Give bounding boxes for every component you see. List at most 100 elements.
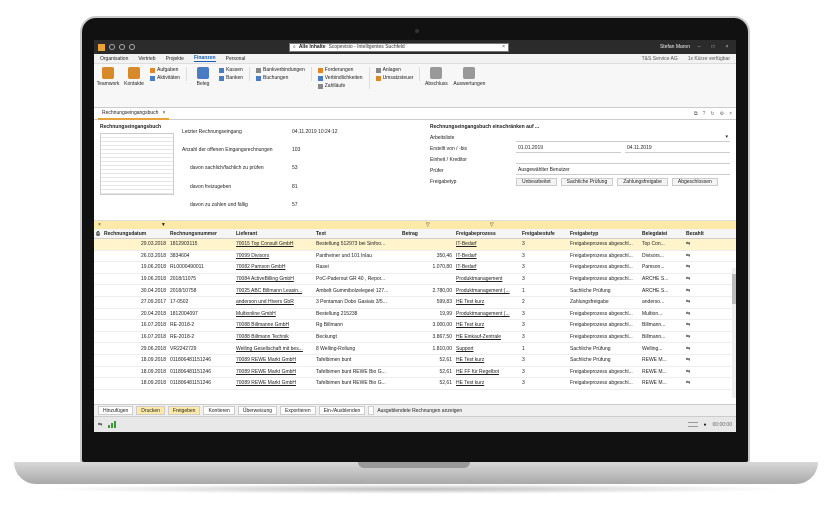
cell-lieferant[interactable]: 70089 REWE Markt GmbH bbox=[234, 357, 314, 363]
clock-icon[interactable] bbox=[129, 44, 135, 50]
maximize-icon[interactable]: □ bbox=[708, 44, 718, 50]
header-freigabeprozess[interactable]: Freigabeprozess bbox=[454, 231, 520, 237]
table-row[interactable]: 26.03.2018 3834604 70099 Divisors Pantheine… bbox=[94, 251, 736, 263]
search-box[interactable]: ⌕ Alle Inhalte Scopevisio - Intelligente… bbox=[289, 42, 509, 52]
company-selector[interactable]: T&S Service AG bbox=[642, 56, 678, 62]
cell-belegdatei[interactable]: Multion... bbox=[640, 311, 684, 317]
menu-projekte[interactable]: Projekte bbox=[166, 56, 184, 62]
cell-lieferant[interactable]: 70089 REWE Markt GmbH bbox=[234, 380, 314, 386]
document-thumbnail[interactable] bbox=[100, 133, 174, 195]
paid-icon[interactable]: ⇆ bbox=[684, 276, 724, 282]
cell-belegdatei[interactable]: Divisors... bbox=[640, 253, 684, 259]
abgeschlossen-button[interactable]: Abgeschlossen bbox=[671, 177, 718, 186]
table-row[interactable]: 29.06.2018 VR2242729 Welling Gesellschaft … bbox=[94, 343, 736, 355]
cell-freigabeprozess[interactable]: HE Test kurz bbox=[454, 357, 520, 363]
table-row[interactable]: 27.09.2017 17-0502 anderson und Hivers GbR… bbox=[94, 297, 736, 309]
cell-belegdatei[interactable]: anderso... bbox=[640, 299, 684, 305]
ueberweisung-button[interactable]: Überweisung bbox=[237, 406, 278, 415]
cell-freigabeprozess[interactable]: IT-Bedarf bbox=[454, 253, 520, 259]
table-row[interactable]: 29.03.2018 1812903115 70015 Top Consult Gm… bbox=[94, 239, 736, 251]
scrollbar-thumb[interactable] bbox=[732, 274, 736, 304]
user-name[interactable]: Stefan Maron bbox=[660, 44, 690, 50]
kontakte-button[interactable]: Kontakte bbox=[124, 67, 144, 87]
zahllaeufe-button[interactable]: Zahlläufe bbox=[317, 83, 363, 89]
tab-close-icon[interactable]: × bbox=[162, 110, 165, 116]
paid-icon[interactable]: ⇆ bbox=[684, 369, 724, 375]
table-row[interactable]: 18.09.2018 011806481151246 70089 REWE Mark… bbox=[94, 355, 736, 367]
show-hidden-checkbox[interactable] bbox=[368, 406, 375, 415]
tab-rechnungseingangsbuch[interactable]: Rechnungseingangsbuch × bbox=[98, 108, 170, 120]
notice[interactable]: 1x Kürze verfügbar bbox=[688, 56, 730, 62]
cell-freigabeprozess[interactable]: IT-Bedarf bbox=[454, 241, 520, 247]
bankverbindungen-button[interactable]: Bankverbindungen bbox=[256, 67, 305, 73]
cell-lieferant[interactable]: 70089 REWE Markt GmbH bbox=[234, 369, 314, 375]
exportieren-button[interactable]: Exportieren bbox=[280, 406, 316, 415]
cell-belegdatei[interactable]: ARCHE S... bbox=[640, 276, 684, 282]
cell-freigabeprozess[interactable]: HE Einkauf-Zentrale bbox=[454, 334, 520, 340]
cell-lieferant[interactable]: 70015 Top Consult GmbH bbox=[234, 241, 314, 247]
paid-icon[interactable]: ⇆ bbox=[684, 322, 724, 328]
menu-personal[interactable]: Personal bbox=[226, 56, 246, 62]
paid-icon[interactable]: ⇆ bbox=[684, 241, 724, 247]
table-row[interactable]: 19.06.2018 RL0000490011 70082 Pamson GmbH R… bbox=[94, 262, 736, 274]
aufgaben-button[interactable]: Aufgaben bbox=[150, 67, 180, 73]
header-rechnungsdatum[interactable]: Rechnungsdatum bbox=[102, 231, 168, 237]
cell-freigabeprozess[interactable]: HE Test kurz bbox=[454, 380, 520, 386]
settings-icon[interactable]: ⚙ bbox=[720, 111, 724, 117]
menu-finanzen[interactable]: Finanzen bbox=[193, 55, 216, 62]
header-bezahlt[interactable]: Bezahlt bbox=[684, 231, 724, 237]
header-rechnungsnummer[interactable]: Rechnungsnummer bbox=[168, 231, 234, 237]
cell-belegdatei[interactable]: Top Con... bbox=[640, 241, 684, 247]
info-icon[interactable] bbox=[119, 44, 125, 50]
copy-icon[interactable]: ⧉ bbox=[694, 111, 698, 117]
freigeben-button[interactable]: Freigeben bbox=[167, 406, 201, 415]
grid-filter-bar[interactable]: × ▼ ▽ ▽ bbox=[94, 220, 736, 229]
table-row[interactable]: 18.09.2018 011806481151246 70089 REWE Mark… bbox=[94, 367, 736, 379]
table-row[interactable]: 19.06.2018 2018/11075 70084 ActiveBilling … bbox=[94, 274, 736, 286]
arbeitsliste-select[interactable]: ▾ bbox=[516, 134, 730, 142]
teamwork-button[interactable]: Teamwork bbox=[97, 67, 119, 87]
header-text[interactable]: Text bbox=[314, 231, 400, 237]
table-row[interactable]: 18.09.2018 011806481151246 70089 REWE Mark… bbox=[94, 378, 736, 390]
cell-belegdatei[interactable]: Billmann... bbox=[640, 334, 684, 340]
cell-lieferant[interactable]: Welling Gesellschaft mit bes... bbox=[234, 346, 314, 352]
table-row[interactable]: 20.04.2018 1812004097 Multionline GmbH Best… bbox=[94, 309, 736, 321]
cell-lieferant[interactable]: 70099 Divisors bbox=[234, 253, 314, 259]
cell-freigabeprozess[interactable]: Support bbox=[454, 346, 520, 352]
einheit-field[interactable] bbox=[516, 156, 730, 164]
filter-funnel-icon[interactable]: ▽ bbox=[490, 222, 494, 228]
help-icon[interactable]: ? bbox=[703, 111, 706, 117]
ein-ausblenden-button[interactable]: Ein-/Ausblenden bbox=[318, 406, 366, 415]
paid-icon[interactable]: ⇆ bbox=[684, 311, 724, 317]
verbindlichkeiten-button[interactable]: Verbindlichkeiten bbox=[317, 75, 363, 81]
paid-icon[interactable]: ⇆ bbox=[684, 334, 724, 340]
hinzufuegen-button[interactable]: Hinzufügen bbox=[98, 406, 134, 415]
print-icon[interactable]: ⎙ bbox=[94, 231, 102, 237]
buchungen-button[interactable]: Buchungen bbox=[256, 75, 305, 81]
cell-belegdatei[interactable]: REWE M... bbox=[640, 369, 684, 375]
cell-freigabeprozess[interactable]: IT-Bedarf bbox=[454, 264, 520, 270]
cell-freigabeprozess[interactable]: HE FF für Regelbot bbox=[454, 369, 520, 375]
cell-freigabeprozess[interactable]: Produktmanagement bbox=[454, 276, 520, 282]
banken-button[interactable]: Banken bbox=[219, 75, 243, 81]
erstellt-from-field[interactable]: 01.01.2019 bbox=[516, 145, 621, 153]
minimize-icon[interactable]: – bbox=[694, 44, 704, 50]
aktivitaeten-button[interactable]: Aktivitäten bbox=[150, 75, 180, 81]
anlagen-button[interactable]: Anlagen bbox=[375, 67, 414, 73]
cell-belegdatei[interactable]: Billmann... bbox=[640, 322, 684, 328]
paid-icon[interactable]: ⇆ bbox=[684, 357, 724, 363]
cell-freigabeprozess[interactable]: Produktmanagement (... bbox=[454, 288, 520, 294]
cell-lieferant[interactable]: 70082 Pamson GmbH bbox=[234, 264, 314, 270]
filter-funnel-icon[interactable]: ▼ bbox=[161, 222, 166, 228]
zahlungsfreigabe-button[interactable]: Zahlungsfreigabe bbox=[617, 177, 668, 186]
cell-belegdatei[interactable]: ARCHE S... bbox=[640, 288, 684, 294]
cell-freigabeprozess[interactable]: HE Test kurz bbox=[454, 322, 520, 328]
cell-lieferant[interactable]: Multionline GmbH bbox=[234, 311, 314, 317]
search-scope[interactable]: Alle Inhalte bbox=[299, 44, 326, 50]
paid-icon[interactable]: ⇆ bbox=[684, 380, 724, 386]
close-icon[interactable]: × bbox=[722, 44, 732, 50]
cell-lieferant[interactable]: anderson und Hivers GbR bbox=[234, 299, 314, 305]
layout-icon[interactable] bbox=[687, 422, 698, 427]
beleg-button[interactable]: Beleg bbox=[193, 67, 213, 87]
menu-vertrieb[interactable]: Vertrieb bbox=[138, 56, 155, 62]
